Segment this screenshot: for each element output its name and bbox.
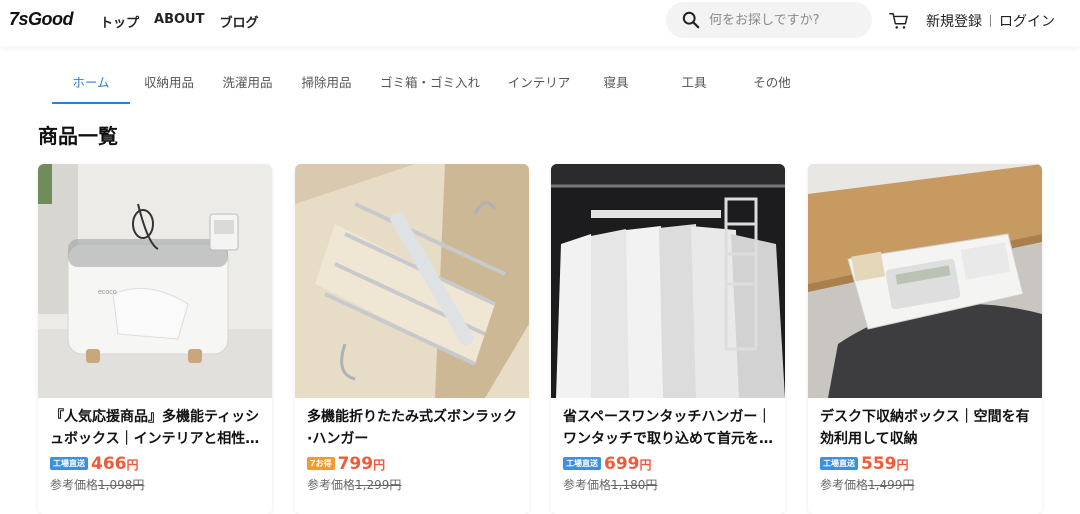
site-header: 7sGood トップ ABOUT ブログ 新規登録 ログイン: [0, 0, 1080, 46]
pants-hanger-photo: [295, 164, 529, 398]
product-price: 466: [91, 454, 127, 474]
register-link[interactable]: 新規登録: [926, 11, 982, 31]
product-name[interactable]: 多機能折りたたみ式ズボンラック·ハンガー: [307, 406, 521, 450]
tab-storage[interactable]: 収納用品: [130, 66, 208, 104]
product-image[interactable]: [295, 164, 529, 398]
nav-top[interactable]: トップ: [100, 12, 139, 31]
product-card[interactable]: 省スペースワンタッチハンガー｜ワンタッチで取り込めて首元を… 工場直送 699 …: [551, 164, 785, 514]
tab-home[interactable]: ホーム: [52, 66, 130, 104]
tab-other[interactable]: その他: [740, 66, 804, 104]
product-card[interactable]: ecoco 『人気応援商品』多機能ティッシュボックス｜インテリアと相性… 工場直…: [38, 164, 272, 514]
reference-value: 1,299円: [355, 478, 402, 492]
product-image[interactable]: [551, 164, 785, 398]
price-row: 工場直送 559 円: [820, 454, 909, 474]
price-unit: 円: [126, 458, 139, 472]
reference-price: 参考価格1,180円: [563, 476, 657, 493]
product-card[interactable]: 多機能折りたたみ式ズボンラック·ハンガー 7お得 799 円 参考価格1,299…: [295, 164, 529, 514]
product-name[interactable]: 『人気応援商品』多機能ティッシュボックス｜インテリアと相性…: [50, 406, 264, 450]
price-row: 工場直送 699 円: [563, 454, 652, 474]
nav-blog[interactable]: ブログ: [219, 12, 258, 31]
nav-about[interactable]: ABOUT: [154, 12, 204, 31]
reference-label: 参考価格: [820, 478, 869, 492]
reference-value: 1,180円: [611, 478, 658, 492]
auth-links: 新規登録 ログイン: [926, 11, 1055, 31]
tab-bedding[interactable]: 寝具: [584, 66, 648, 104]
price-unit: 円: [639, 458, 652, 472]
product-price: 699: [604, 454, 640, 474]
product-price: 799: [337, 454, 374, 474]
desk-drawer-photo: [808, 164, 1042, 398]
svg-text:ecoco: ecoco: [98, 289, 117, 296]
tab-trash[interactable]: ゴミ箱・ゴミ入れ: [366, 66, 494, 104]
price-unit: 円: [373, 458, 386, 472]
search-icon[interactable]: [682, 11, 700, 29]
auth-divider: [990, 15, 991, 27]
product-image[interactable]: [808, 164, 1042, 398]
reference-value: 1,098円: [98, 478, 145, 492]
reference-label: 参考価格: [50, 478, 99, 492]
reference-price: 参考価格1,499円: [820, 476, 914, 493]
reference-value: 1,499円: [868, 478, 915, 492]
product-badge: 7お得: [307, 457, 335, 470]
product-price: 559: [861, 454, 897, 474]
reference-price: 参考価格1,299円: [307, 476, 401, 493]
product-badge: 工場直送: [563, 457, 601, 470]
search-input[interactable]: [709, 12, 859, 28]
search-box[interactable]: [666, 2, 872, 38]
product-image[interactable]: ecoco: [38, 164, 272, 398]
cart-icon[interactable]: [889, 11, 909, 31]
tab-tools[interactable]: 工具: [648, 66, 740, 104]
tissue-box-photo: ecoco: [38, 164, 272, 398]
category-tabs: ホーム 収納用品 洗濯用品 掃除用品 ゴミ箱・ゴミ入れ インテリア 寝具 工具 …: [52, 66, 804, 104]
top-nav: トップ ABOUT ブログ: [100, 12, 258, 31]
reference-label: 参考価格: [307, 478, 356, 492]
login-link[interactable]: ログイン: [999, 11, 1055, 31]
tab-cleaning[interactable]: 掃除用品: [287, 66, 366, 104]
price-unit: 円: [896, 458, 909, 472]
product-badge: 工場直送: [50, 457, 88, 470]
section-title: 商品一覧: [38, 124, 118, 148]
product-badge: 工場直送: [820, 457, 858, 470]
price-row: 工場直送 466 円: [50, 454, 139, 474]
tab-laundry[interactable]: 洗濯用品: [208, 66, 287, 104]
product-name[interactable]: デスク下収納ボックス｜空間を有効利用して収納: [820, 406, 1034, 450]
reference-price: 参考価格1,098円: [50, 476, 144, 493]
product-card[interactable]: デスク下収納ボックス｜空間を有効利用して収納 工場直送 559 円 参考価格1,…: [808, 164, 1042, 514]
clothes-hanger-photo: [551, 164, 785, 398]
product-name[interactable]: 省スペースワンタッチハンガー｜ワンタッチで取り込めて首元を…: [563, 406, 777, 450]
site-logo[interactable]: 7sGood: [9, 9, 74, 30]
tab-interior[interactable]: インテリア: [494, 66, 584, 104]
price-row: 7お得 799 円: [307, 454, 385, 474]
reference-label: 参考価格: [563, 478, 612, 492]
